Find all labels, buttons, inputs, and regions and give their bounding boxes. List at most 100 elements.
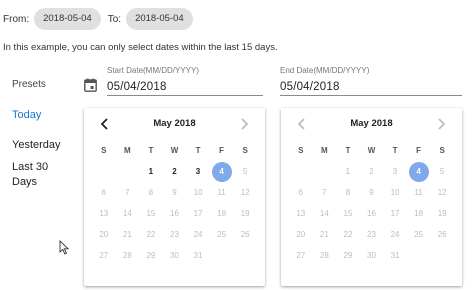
day-cell: 28: [319, 251, 329, 260]
day-cell: 5: [242, 167, 248, 176]
day-cell: 21: [122, 230, 132, 239]
day-cell: 24: [193, 230, 203, 239]
weekday-header: S: [242, 146, 248, 155]
day-cell: 17: [390, 209, 400, 218]
weekday-header: S: [101, 146, 107, 155]
to-date-chip[interactable]: 2018-05-04: [126, 8, 193, 30]
empty-day-cell: [289, 161, 313, 182]
day-cell: 13: [99, 209, 109, 218]
day-cell: 19: [240, 209, 250, 218]
day-cell: 19: [437, 209, 447, 218]
selected-day[interactable]: 4: [407, 161, 431, 182]
weekday-header: F: [416, 146, 422, 155]
day-cell: 5: [439, 167, 445, 176]
weekday-header: F: [219, 146, 225, 155]
weekday-header: S: [298, 146, 304, 155]
day-cell: 16: [170, 209, 179, 218]
info-text: In this example, you can only select dat…: [3, 42, 278, 53]
day-cell: 11: [414, 188, 423, 197]
weekday-header: M: [321, 146, 328, 155]
weekday-header: M: [124, 146, 131, 155]
day-cell: 26: [240, 230, 250, 239]
day-cell: 14: [319, 209, 329, 218]
day-cell: 16: [367, 209, 376, 218]
day-cell: 8: [148, 188, 154, 197]
start-date-label: Start Date(MM/DD/YYYY): [107, 66, 200, 75]
day-cell: 14: [122, 209, 132, 218]
day-cell: 6: [298, 188, 303, 197]
day-cell: 31: [390, 251, 400, 260]
day-cell: 9: [369, 188, 374, 197]
day-cell: 21: [319, 230, 329, 239]
end-date-input[interactable]: 05/04/2018: [280, 81, 462, 93]
day-cell: 27: [296, 251, 306, 260]
to-label: To:: [107, 13, 122, 25]
day-cell: 25: [414, 230, 424, 239]
weekday-header: S: [439, 146, 445, 155]
day-cell: 30: [170, 251, 179, 260]
empty-day-cell: [313, 161, 337, 182]
day-cell: 20: [99, 230, 109, 239]
day-cell: 20: [296, 230, 306, 239]
start-date-input[interactable]: 05/04/2018: [107, 81, 263, 93]
day-cell[interactable]: 3: [186, 161, 210, 182]
day-cell: 7: [125, 188, 130, 197]
from-date-chip[interactable]: 2018-05-04: [34, 8, 101, 30]
selected-day[interactable]: 4: [210, 161, 234, 182]
mouse-cursor-icon: [59, 240, 70, 255]
day-cell: 12: [240, 188, 250, 197]
day-grid: S M T W T F S 1 2 3 4 5 6 7 8 9 10 11 12 13 14 15 16 17 18 19 20 21…: [92, 140, 257, 266]
selected-day-label: 4: [211, 161, 232, 182]
day-cell: 6: [101, 188, 106, 197]
start-calendar: May 2018 S M T W T F S 1 2 3 4 5 6 7 8 9 10 11 12 13 14 15 16 1…: [84, 108, 265, 286]
preset-today[interactable]: Today: [12, 108, 80, 123]
chevron-right-icon[interactable]: [433, 116, 449, 132]
date-range-summary: From: 2018-05-04 To: 2018-05-04: [3, 7, 200, 31]
day-cell: 10: [193, 188, 203, 197]
preset-last-30-days[interactable]: Last 30 Days: [12, 160, 60, 190]
day-cell[interactable]: 1: [139, 161, 163, 182]
day-cell: 23: [170, 230, 179, 239]
day-cell: 25: [217, 230, 227, 239]
day-cell: 2: [369, 167, 374, 176]
day-cell[interactable]: 2: [163, 161, 187, 182]
day-cell: 15: [343, 209, 353, 218]
preset-yesterday[interactable]: Yesterday: [12, 138, 80, 153]
day-cell: 30: [367, 251, 376, 260]
chevron-right-icon[interactable]: [236, 116, 252, 132]
start-date-field[interactable]: Start Date(MM/DD/YYYY) 05/04/2018: [107, 64, 263, 96]
empty-day-cell: [116, 161, 140, 182]
weekday-header: T: [148, 146, 154, 155]
day-cell: 3: [392, 167, 398, 176]
day-cell: 1: [345, 167, 351, 176]
weekday-header: T: [392, 146, 398, 155]
day-cell: 23: [367, 230, 376, 239]
day-cell: 15: [146, 209, 156, 218]
day-cell: 17: [193, 209, 203, 218]
selected-day-label: 4: [408, 161, 429, 182]
day-cell: 22: [343, 230, 353, 239]
weekday-header: T: [195, 146, 201, 155]
day-cell: 8: [345, 188, 351, 197]
day-cell: 31: [193, 251, 203, 260]
from-label: From:: [3, 13, 30, 25]
day-cell: 13: [296, 209, 306, 218]
end-calendar: May 2018 S M T W T F S 1 2 3 4 5 6 7 8 9 10 11 12 13 14 15 16 1…: [281, 108, 462, 286]
presets-panel: Presets Today Yesterday Last 30 Days: [12, 78, 80, 190]
day-cell: 22: [146, 230, 156, 239]
day-cell: 29: [343, 251, 353, 260]
day-cell: 28: [122, 251, 132, 260]
day-cell: 29: [146, 251, 156, 260]
weekday-header: W: [367, 146, 376, 155]
day-cell: 24: [390, 230, 400, 239]
calendar-icon[interactable]: [84, 78, 97, 92]
day-cell: 9: [172, 188, 177, 197]
day-cell: 10: [390, 188, 400, 197]
end-date-field[interactable]: End Date(MM/DD/YYYY) 05/04/2018: [280, 64, 462, 96]
weekday-header: T: [345, 146, 351, 155]
day-cell: 27: [99, 251, 109, 260]
day-cell: 7: [322, 188, 327, 197]
calendar-header: May 2018: [84, 108, 265, 140]
weekday-header: W: [170, 146, 179, 155]
day-grid: S M T W T F S 1 2 3 4 5 6 7 8 9 10 11 12 13 14 15 16 17 18 19 20 21…: [289, 140, 454, 266]
